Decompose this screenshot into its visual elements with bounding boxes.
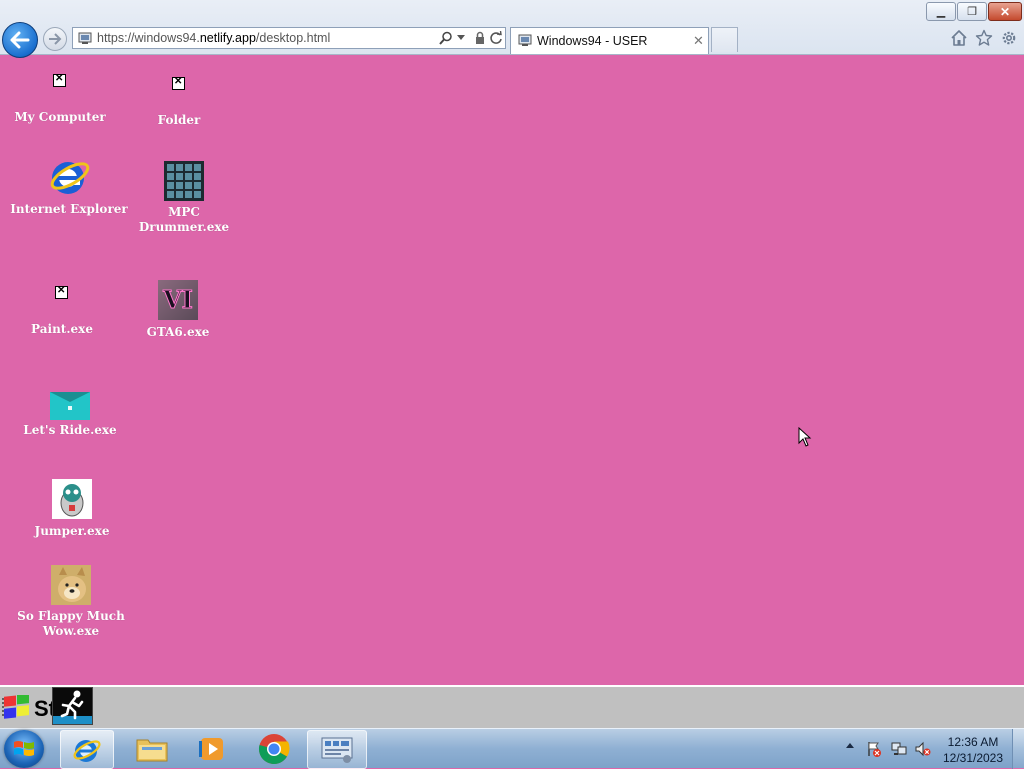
minimize-button[interactable]: ▁ [926, 2, 956, 21]
win94-start-label: St [34, 696, 52, 721]
page-icon [78, 32, 92, 44]
gta6-icon-text: VI [163, 285, 194, 315]
internet-explorer-icon [50, 162, 90, 194]
desktop-icon-paint[interactable]: Paint.exe [31, 285, 93, 336]
show-desktop-button[interactable] [1012, 729, 1024, 769]
taskbar-clock[interactable]: 12:36 AM 12/31/2023 [938, 734, 1008, 766]
forward-arrow-icon [49, 33, 62, 45]
new-tab-button[interactable] [711, 27, 738, 52]
chevron-down-icon[interactable] [457, 35, 465, 40]
desktop-icon-label: Internet Explorer [10, 202, 128, 216]
refresh-icon[interactable] [489, 31, 503, 45]
desktop-icon-my-computer[interactable]: My Computer [14, 73, 105, 124]
desktop-icon-label: MPC Drummer.exe [138, 205, 230, 234]
url-text: https://windows94.netlify.app/desktop.ht… [97, 31, 330, 45]
back-arrow-icon [10, 31, 30, 49]
forward-button[interactable] [43, 27, 67, 51]
tab-close-icon[interactable]: ✕ [693, 33, 704, 49]
restore-button[interactable]: ❐ [957, 2, 987, 21]
gta6-icon: VI [158, 280, 198, 320]
desktop-icon-so-flappy-much-wow[interactable]: So Flappy Much Wow.exe [17, 565, 125, 641]
desktop-icon-label: Folder [157, 113, 201, 127]
windows-taskbar: 12:36 AM 12/31/2023 [0, 728, 1024, 769]
network-icon[interactable] [891, 741, 907, 757]
gear-icon[interactable] [1000, 29, 1018, 47]
win94-desktop[interactable]: My Computer Folder Internet Explorer MPC [0, 54, 1024, 686]
favorites-star-icon[interactable] [975, 29, 993, 47]
broken-image-icon [172, 76, 185, 90]
desktop-icon-label: Jumper.exe [34, 524, 110, 538]
start-button[interactable] [4, 730, 44, 768]
action-center-flag-icon[interactable] [866, 741, 882, 757]
tab-windows94[interactable]: Windows94 - USER ✕ [510, 27, 709, 54]
restore-icon: ❐ [967, 6, 977, 18]
url-domain: netlify.app [199, 31, 256, 45]
mpc-drum-pad-icon [164, 161, 204, 201]
address-bar[interactable]: https://windows94.netlify.app/desktop.ht… [72, 27, 506, 49]
windows-flag-icon [2, 695, 29, 719]
folder-icon [136, 739, 168, 761]
mouse-cursor-icon [798, 427, 812, 447]
taskbar-media-player[interactable] [186, 730, 238, 767]
url-path: /desktop.html [255, 31, 331, 45]
taskbar-control-panel[interactable] [307, 730, 367, 769]
desktop-icon-jumper[interactable]: Jumper.exe [35, 479, 109, 539]
desktop-icon-label: GTA6.exe [146, 325, 210, 339]
close-window-button[interactable]: ✕ [988, 2, 1022, 21]
lets-ride-icon [50, 392, 90, 420]
taskbar-internet-explorer[interactable] [60, 730, 114, 769]
clock-time: 12:36 AM [947, 735, 999, 749]
url-prefix: https://windows94. [97, 31, 200, 45]
broken-image-icon [55, 285, 68, 299]
taskbar-windows-explorer[interactable] [126, 730, 178, 767]
media-player-icon [199, 737, 223, 760]
ie-icon [73, 739, 101, 762]
desktop-icon-label: Paint.exe [31, 322, 93, 336]
desktop-icon-label: Let's Ride.exe [23, 423, 117, 437]
taskbar-chrome[interactable] [248, 730, 300, 767]
desktop-icon-internet-explorer[interactable]: Internet Explorer [10, 156, 128, 232]
lock-icon[interactable] [473, 31, 487, 45]
win94-taskbar: St [0, 685, 1024, 728]
home-icon[interactable] [950, 29, 968, 47]
minimize-icon: ▁ [936, 6, 946, 18]
desktop-icon-folder[interactable]: Folder [158, 76, 201, 127]
page-icon [518, 34, 532, 46]
windows-logo-icon [14, 741, 34, 756]
volume-muted-icon[interactable] [915, 741, 931, 757]
show-hidden-icons-button[interactable] [846, 743, 854, 748]
win94-start-button[interactable]: St [0, 693, 52, 723]
desktop-icon-label: My Computer [14, 110, 106, 124]
search-icon[interactable] [439, 31, 453, 45]
running-man-icon [53, 690, 92, 724]
doge-icon [51, 565, 91, 605]
browser-chrome: ▁ ❐ ✕ https://windows94.netlify.app/desk… [0, 0, 1024, 58]
desktop-icon-mpc-drummer[interactable]: MPC Drummer.exe [139, 161, 229, 237]
win94-task-button[interactable] [52, 687, 93, 725]
back-button[interactable] [2, 22, 38, 58]
clock-date: 12/31/2023 [942, 751, 1004, 765]
control-panel-icon [321, 737, 353, 763]
desktop-icon-lets-ride[interactable]: Let's Ride.exe [23, 392, 117, 438]
tab-title: Windows94 - USER [537, 34, 648, 48]
chrome-icon [258, 733, 290, 764]
desktop-icon-gta6[interactable]: VI GTA6.exe [147, 280, 209, 342]
broken-image-icon [53, 73, 66, 87]
desktop-icon-label: So Flappy Much Wow.exe [17, 609, 125, 638]
close-icon: ✕ [999, 4, 1011, 19]
jumper-icon [52, 479, 92, 519]
